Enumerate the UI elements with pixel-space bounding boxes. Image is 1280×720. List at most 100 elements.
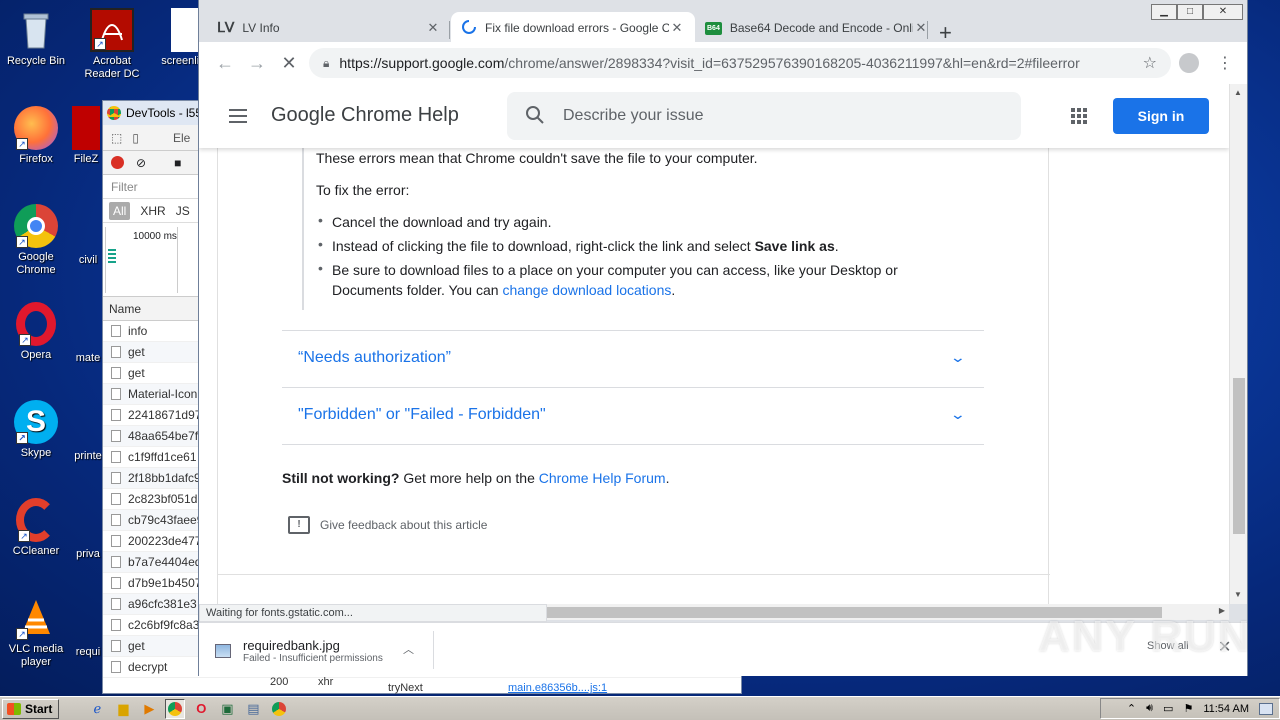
chrome-menu-icon[interactable]: ⋮	[1217, 53, 1233, 73]
help-site-title[interactable]: Google Chrome Help	[271, 104, 459, 127]
system-tray: ⌃ 🔊︎ ▭ ⚑ 11:54 AM	[1100, 698, 1280, 719]
desktop-icon-firefox[interactable]: ↗ Firefox	[0, 106, 72, 166]
desktop-icon-label: VLC media player	[8, 643, 64, 668]
desktop-icon-label: Recycle Bin	[6, 55, 66, 67]
chrome-icon: ↗	[14, 204, 58, 248]
tab-elements[interactable]: Ele	[173, 131, 190, 145]
file-icon	[111, 472, 121, 484]
scroll-down-arrow-icon[interactable]: ▼	[1234, 590, 1242, 599]
opera-taskbar-icon[interactable]: O	[191, 699, 211, 719]
explorer-icon[interactable]: ▆	[113, 699, 133, 719]
close-tab-icon[interactable]: ✕	[669, 20, 685, 36]
opera-icon: ↗	[16, 302, 56, 346]
record-icon[interactable]	[111, 156, 124, 169]
file-icon	[111, 535, 121, 547]
desktop-icon-ccleaner[interactable]: ↗ CCleaner	[0, 498, 72, 558]
filter-xhr[interactable]: XHR	[140, 204, 165, 218]
start-button[interactable]: Start	[2, 698, 60, 719]
device-toolbar-icon[interactable]: ▯	[132, 131, 139, 145]
file-icon	[111, 556, 121, 568]
network-icon[interactable]: ▭	[1163, 702, 1173, 715]
action-center-flag-icon[interactable]: ⚑	[1183, 702, 1193, 715]
help-header: Google Chrome Help Describe your issue S…	[199, 84, 1229, 148]
still-not-working-bold: Still not working?	[282, 470, 400, 486]
volume-icon[interactable]: 🔊︎	[1146, 702, 1153, 715]
lock-icon: 🔒︎	[323, 55, 330, 70]
desktop-icon-chrome[interactable]: ↗ Google Chrome	[0, 204, 72, 277]
file-icon	[111, 577, 121, 589]
request-name: get	[128, 639, 145, 653]
inspect-element-icon[interactable]: ⬚	[111, 131, 122, 145]
tab-base64[interactable]: B64 Base64 Decode and Encode - Online ✕	[695, 12, 939, 44]
chrome-taskbar-icon[interactable]	[165, 698, 186, 719]
maximize-button[interactable]: □	[1177, 4, 1203, 20]
desktop-icon-acrobat[interactable]: ↗ Acrobat Reader DC	[76, 8, 148, 81]
download-status: Failed - Insufficient permissions	[243, 653, 383, 664]
article-body: These errors mean that Chrome couldn't s…	[217, 84, 1050, 604]
chevron-up-icon[interactable]: ︿	[403, 641, 414, 657]
accordion-forbidden[interactable]: "Forbidden" or "Failed - Forbidden" ⌄	[282, 387, 984, 444]
scrollbar-thumb[interactable]	[1233, 378, 1245, 534]
clock[interactable]: 11:54 AM	[1203, 703, 1249, 715]
help-search-box[interactable]: Describe your issue	[507, 92, 1021, 140]
desktop-icon-opera[interactable]: ↗ Opera	[0, 302, 72, 362]
chrome-help-forum-link[interactable]: Chrome Help Forum	[539, 470, 666, 486]
vertical-scrollbar[interactable]: ▲ ▼	[1229, 84, 1247, 604]
file-icon	[111, 409, 121, 421]
show-desktop-icon[interactable]	[1259, 702, 1273, 715]
change-download-locations-link[interactable]: change download locations	[502, 282, 671, 298]
google-apps-icon[interactable]	[1071, 108, 1087, 124]
search-icon[interactable]	[525, 105, 545, 128]
close-tab-icon[interactable]: ✕	[425, 20, 441, 36]
request-name: 48aa654be7f	[128, 429, 199, 443]
download-item[interactable]: requiredbank.jpg Failed - Insufficient p…	[215, 635, 431, 667]
media-player-icon[interactable]: ▶	[139, 699, 159, 719]
terminal-icon[interactable]: ▣	[217, 699, 237, 719]
main-menu-icon[interactable]	[229, 109, 247, 127]
bookmark-star-icon[interactable]: ☆	[1143, 53, 1157, 73]
profile-avatar[interactable]	[1179, 53, 1199, 73]
bullet-dot: •	[318, 236, 323, 252]
close-window-button[interactable]: ✕	[1203, 4, 1243, 20]
anyrun-watermark: ANY RUN	[1038, 612, 1252, 661]
file-icon	[111, 451, 121, 463]
vlc-icon: ↗	[14, 596, 58, 640]
capture-screenshots-icon[interactable]: ■	[174, 156, 181, 170]
tab-title: Base64 Decode and Encode - Online	[729, 21, 913, 35]
request-source-link[interactable]: main.e86356b....js:1	[508, 682, 607, 696]
notepad-icon[interactable]: ▤	[243, 699, 263, 719]
taskbar: Start ℯ ▆ ▶ O ▣ ▤ ⌃ 🔊︎ ▭ ⚑ 11:54 AM	[0, 696, 1280, 720]
chrome-window[interactable]: ▁ □ ✕ ⅬⅤ LV Info ✕ Fix file download err…	[198, 0, 1248, 676]
tab-lv-info[interactable]: ⅬⅤ LV Info ✕	[207, 12, 451, 44]
chrome-taskbar-icon-2[interactable]	[269, 699, 289, 719]
request-name: 22418671d97	[128, 408, 202, 422]
desktop-icon-label: Skype	[20, 447, 52, 459]
sign-in-button[interactable]: Sign in	[1113, 98, 1209, 134]
new-tab-button[interactable]: +	[939, 22, 952, 44]
url-host: https://support.google.com	[339, 55, 505, 71]
clear-icon[interactable]: ⊘	[136, 156, 146, 170]
bullet-dot: •	[318, 212, 323, 228]
forward-button[interactable]: →	[241, 53, 273, 74]
filter-js[interactable]: JS	[176, 204, 190, 218]
desktop-icon-filezilla[interactable]: FileZ	[66, 106, 106, 166]
stop-loading-button[interactable]: ✕	[273, 53, 305, 74]
recycle-bin-icon	[14, 8, 58, 52]
tray-expand-icon[interactable]: ⌃	[1127, 702, 1136, 715]
filter-all[interactable]: All	[109, 201, 131, 220]
feedback-link[interactable]: ! Give feedback about this article	[288, 516, 487, 534]
lv-logo-icon: ⅬⅤ	[217, 20, 235, 36]
ie-icon[interactable]: ℯ	[87, 699, 107, 719]
request-name: get	[128, 366, 145, 380]
scroll-up-arrow-icon[interactable]: ▲	[1234, 88, 1242, 97]
desktop-icon-label: printe	[74, 450, 102, 462]
back-button[interactable]: ←	[209, 53, 241, 74]
desktop-icon-vlc[interactable]: ↗ VLC media player	[0, 596, 72, 669]
desktop-icon-recycle-bin[interactable]: Recycle Bin	[0, 8, 72, 68]
request-name: get	[128, 345, 145, 359]
address-bar[interactable]: 🔒︎ https://support.google.com /chrome/an…	[309, 48, 1171, 78]
accordion-needs-authorization[interactable]: “Needs authorization” ⌄	[282, 330, 984, 387]
bullet-2-text: Instead of clicking the file to download…	[332, 238, 755, 254]
desktop-icon-skype[interactable]: S ↗ Skype	[0, 400, 72, 460]
tab-fix-download-errors[interactable]: Fix file download errors - Google Chr ✕	[451, 12, 695, 44]
